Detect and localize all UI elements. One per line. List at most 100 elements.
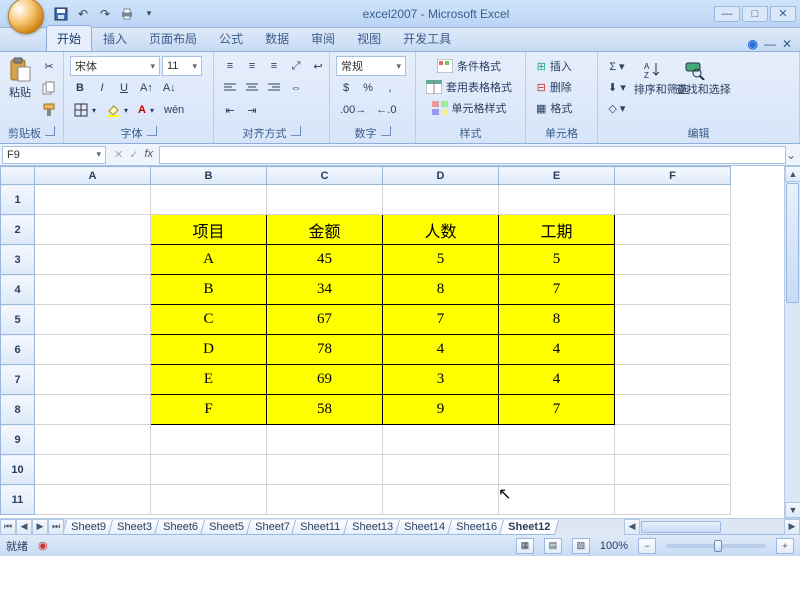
cell[interactable]: 69 [267,365,383,395]
zoom-out-button[interactable]: − [638,538,656,554]
orientation-button[interactable]: ⤢ [286,56,306,76]
row-header[interactable]: 5 [1,305,35,335]
cancel-formula-icon[interactable]: ✕ [114,148,123,161]
align-right-button[interactable] [264,78,284,98]
cell[interactable] [499,425,615,455]
cell[interactable] [499,455,615,485]
merge-center-button[interactable]: ⇔ [286,78,306,98]
cell[interactable]: 3 [383,365,499,395]
increase-indent-button[interactable]: ⇥ [242,100,262,120]
cell[interactable] [383,485,499,515]
workbook-close-icon[interactable]: ✕ [782,37,792,51]
clipboard-dialog-launcher[interactable] [45,126,55,136]
scroll-right-icon[interactable]: ▶ [784,519,800,535]
alignment-dialog-launcher[interactable] [291,126,301,136]
cell[interactable] [35,185,151,215]
align-left-button[interactable] [220,78,240,98]
increase-decimal-button[interactable]: .00→ [336,100,370,120]
fill-button[interactable]: ⬇ ▾ [604,77,630,97]
cell[interactable]: 67 [267,305,383,335]
bold-button[interactable]: B [70,78,90,98]
cell[interactable]: 5 [383,245,499,275]
row-header[interactable]: 11 [1,485,35,515]
sheet-nav-next-icon[interactable]: ▶ [32,519,48,535]
sheet-nav-prev-icon[interactable]: ◀ [16,519,32,535]
delete-cells-button[interactable]: ⊟删除 [532,77,576,97]
format-painter-button[interactable] [38,100,60,120]
cell[interactable] [35,395,151,425]
insert-cells-button[interactable]: ⊞插入 [532,56,576,76]
sheet-tab[interactable]: Sheet7 [245,520,298,535]
cell[interactable]: A [151,245,267,275]
cell[interactable] [267,425,383,455]
cell[interactable] [35,425,151,455]
row-header[interactable]: 1 [1,185,35,215]
cell[interactable]: 金额 [267,215,383,245]
copy-button[interactable] [38,78,60,98]
number-format-combo[interactable]: 常规▾ [336,56,406,76]
cell[interactable]: 工期 [499,215,615,245]
decrease-decimal-button[interactable]: ←.0 [372,100,400,120]
sheet-tab[interactable]: Sheet12 [498,520,558,535]
cell[interactable]: 4 [383,335,499,365]
tab-developer[interactable]: 开发工具 [392,25,462,51]
sheet-nav-last-icon[interactable]: ⏭ [48,519,64,535]
cell[interactable]: 8 [383,275,499,305]
zoom-in-button[interactable]: + [776,538,794,554]
cell[interactable] [151,455,267,485]
tab-view[interactable]: 视图 [346,25,392,51]
cell[interactable] [35,305,151,335]
tab-data[interactable]: 数据 [254,25,300,51]
cut-button[interactable]: ✂ [38,56,60,76]
sheet-tab[interactable]: Sheet6 [154,520,207,535]
office-button[interactable] [8,0,44,34]
cell[interactable] [615,455,731,485]
zoom-level[interactable]: 100% [600,540,628,552]
cell[interactable] [383,425,499,455]
save-icon[interactable] [52,5,70,23]
redo-icon[interactable]: ↷ [96,5,114,23]
cell[interactable] [151,485,267,515]
tab-home[interactable]: 开始 [46,25,92,51]
help-icon[interactable]: ◉ [747,37,757,51]
cell[interactable] [499,185,615,215]
cell[interactable] [615,335,731,365]
undo-icon[interactable]: ↶ [74,5,92,23]
autosum-button[interactable]: Σ ▾ [604,56,630,76]
cell[interactable]: 9 [383,395,499,425]
cell[interactable] [151,185,267,215]
cell[interactable] [615,275,731,305]
zoom-slider[interactable] [666,544,766,548]
cell[interactable]: 8 [499,305,615,335]
accounting-format-button[interactable]: $ [336,78,356,98]
sort-filter-button[interactable]: AZ 排序和筛选 [634,56,672,98]
row-header[interactable]: 7 [1,365,35,395]
conditional-formatting-button[interactable]: 条件格式 [422,56,516,76]
align-top-button[interactable]: ≡ [220,56,240,76]
italic-button[interactable]: I [92,78,112,98]
normal-view-button[interactable]: ▦ [516,538,534,554]
cell[interactable]: C [151,305,267,335]
column-header[interactable]: A [35,167,151,185]
cell[interactable] [615,425,731,455]
cell[interactable]: 7 [499,275,615,305]
percent-format-button[interactable]: % [358,78,378,98]
cell[interactable] [35,455,151,485]
cell[interactable] [35,365,151,395]
row-header[interactable]: 10 [1,455,35,485]
column-header[interactable]: B [151,167,267,185]
row-header[interactable]: 2 [1,215,35,245]
row-header[interactable]: 6 [1,335,35,365]
spreadsheet-grid[interactable]: ABCDEF12项目金额人数工期3A45554B34875C67786D7844… [0,166,731,515]
row-header[interactable]: 9 [1,425,35,455]
row-header[interactable]: 3 [1,245,35,275]
borders-button[interactable]: ▾ [70,100,100,120]
align-middle-button[interactable]: ≡ [242,56,262,76]
maximize-button[interactable]: □ [742,6,768,22]
sheet-tab[interactable]: Sheet3 [108,520,161,535]
tab-formulas[interactable]: 公式 [208,25,254,51]
cell[interactable] [35,485,151,515]
cell[interactable] [615,215,731,245]
cell[interactable] [35,245,151,275]
number-dialog-launcher[interactable] [381,126,391,136]
